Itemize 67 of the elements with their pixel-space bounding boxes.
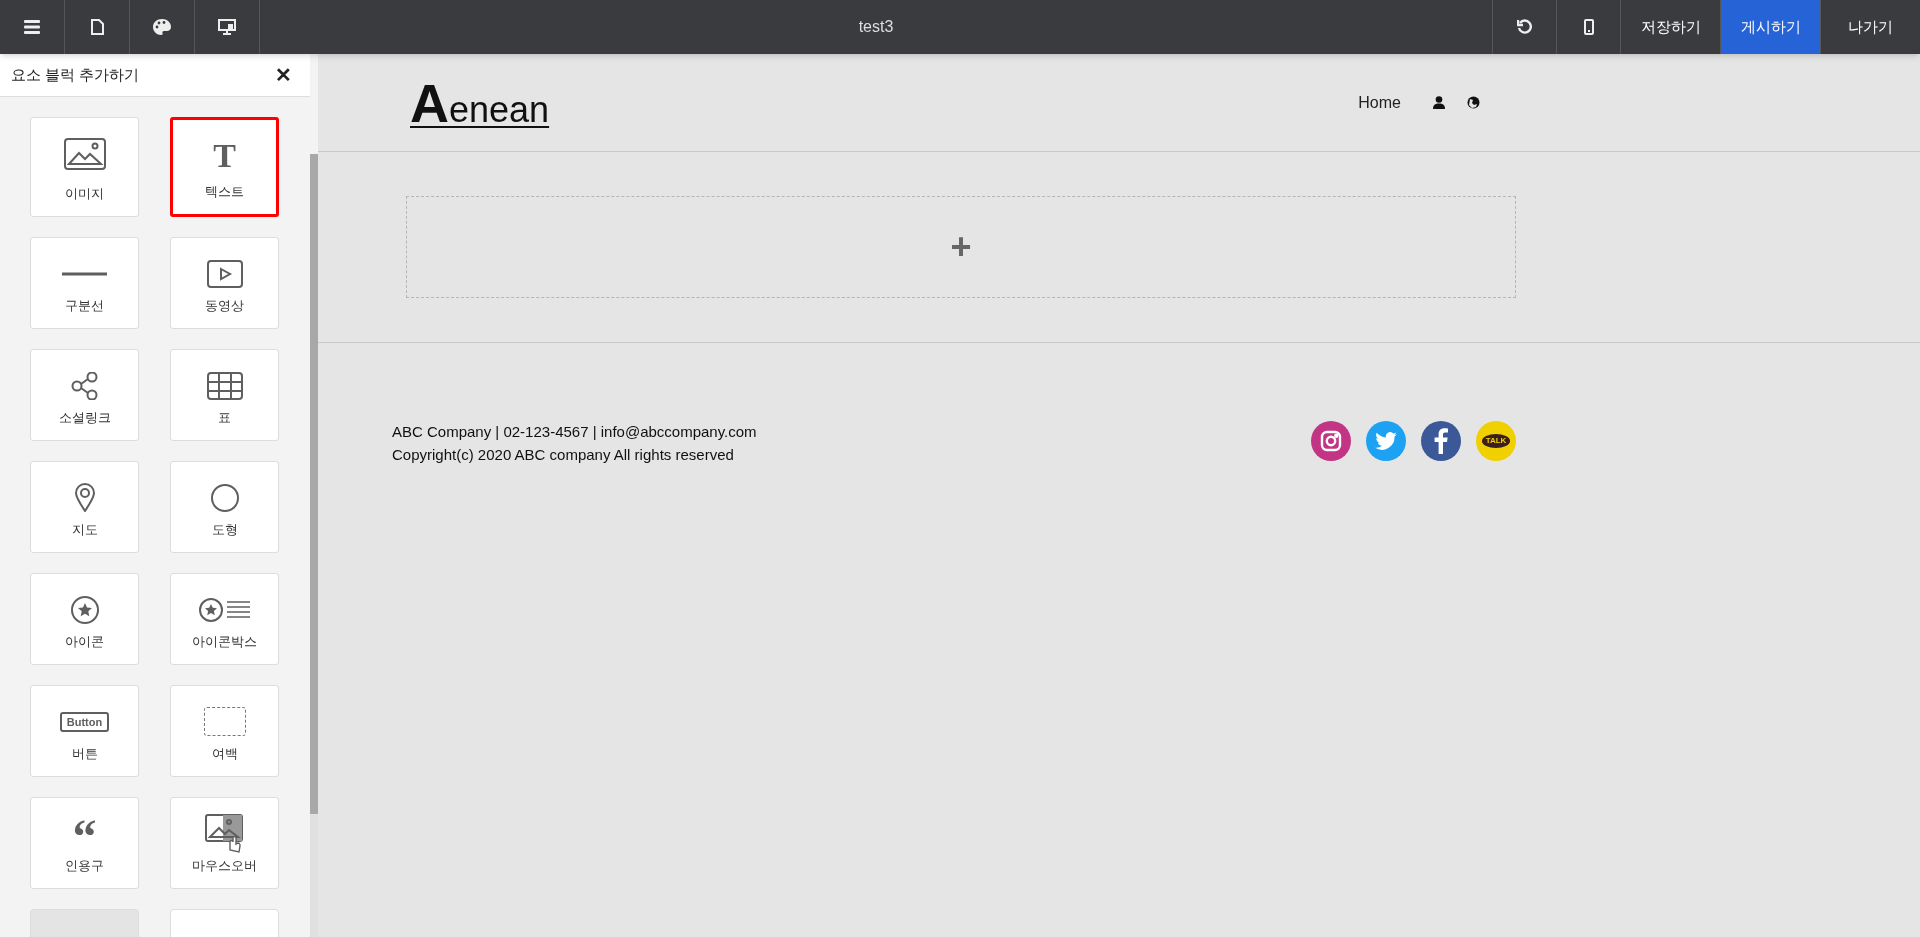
block-label: 아이콘박스 xyxy=(192,633,257,652)
block-card[interactable]: 여백 xyxy=(170,684,279,777)
footer-text: Copyright(c) 2020 ABC company All rights reserved xyxy=(392,445,735,465)
circle-icon xyxy=(210,483,239,512)
add-block-area[interactable]: + xyxy=(406,196,1516,298)
block-label: 소셜링크 xyxy=(58,409,111,428)
palette-icon xyxy=(153,19,171,35)
close-button[interactable]: ✕ xyxy=(275,59,292,90)
block-label: 여백 xyxy=(211,745,238,764)
star-list-icon xyxy=(198,597,251,622)
image-icon xyxy=(63,137,106,170)
footer-text: ABC Company | 02-123-4567 | info@abccompany.com xyxy=(392,422,757,442)
chat-bubble-button[interactable]: TALK xyxy=(1476,421,1516,461)
map-pin-icon xyxy=(74,483,95,513)
block-card[interactable]: 이미지 xyxy=(30,116,139,217)
block-label: 인용구 xyxy=(65,857,104,876)
block-label: 이미지 xyxy=(65,185,104,204)
panel-title: 요소 블럭 추가하기 xyxy=(11,64,140,85)
camera-icon xyxy=(1320,430,1342,452)
text-icon: T xyxy=(213,137,236,174)
line-icon xyxy=(62,271,107,276)
block-card[interactable]: 아이콘박스 xyxy=(170,572,279,665)
block-card[interactable]: 동영상 xyxy=(170,236,279,329)
letter-f-button[interactable] xyxy=(1421,421,1461,461)
grid-icon xyxy=(206,371,243,400)
image-hover-icon xyxy=(204,813,245,854)
mobile-icon xyxy=(1583,19,1594,35)
block-label: 마우스오버 xyxy=(192,857,257,876)
block-label: 아이콘 xyxy=(65,633,104,652)
block-label: 도형 xyxy=(211,521,238,540)
globe-icon[interactable] xyxy=(1467,96,1480,109)
site-logo[interactable]: Aenean xyxy=(410,75,550,130)
user-icon[interactable] xyxy=(1433,96,1445,109)
block-card[interactable]: 마우스오버 xyxy=(170,796,279,889)
button-icon: Button xyxy=(59,711,110,732)
toolbar-button[interactable]: 나가기 xyxy=(1820,0,1920,54)
desktop-icon xyxy=(218,19,236,35)
letter-f-icon xyxy=(1434,428,1448,454)
block-card[interactable]: Button 버튼 xyxy=(30,684,139,777)
block-label: 동영상 xyxy=(205,297,244,316)
block-label: 지도 xyxy=(71,521,98,540)
toolbar-button[interactable]: 게시하기 xyxy=(1720,0,1820,54)
play-icon xyxy=(206,259,243,288)
block-card[interactable]: 구분선 xyxy=(30,236,139,329)
block-card[interactable]: 지도 xyxy=(30,460,139,553)
block-card[interactable]: 표 xyxy=(170,348,279,441)
block-label: 구분선 xyxy=(65,297,104,316)
bird-icon xyxy=(1375,432,1397,450)
menu-icon xyxy=(24,20,40,34)
share-icon xyxy=(71,371,98,400)
block-label: 표 xyxy=(218,409,231,428)
block-card[interactable]: T 텍스트 xyxy=(170,116,279,217)
block-card[interactable]: 소셜링크 xyxy=(30,348,139,441)
undo-icon xyxy=(1516,19,1533,35)
block-label: 버튼 xyxy=(71,745,98,764)
document-icon xyxy=(90,19,104,35)
block-card[interactable]: 도형 xyxy=(170,460,279,553)
dashed-box-icon xyxy=(203,707,246,737)
block-card[interactable]: 아이콘 xyxy=(30,572,139,665)
camera-button[interactable] xyxy=(1311,421,1351,461)
nav-link[interactable]: Home xyxy=(1358,90,1401,115)
block-card[interactable]: “ 인용구 xyxy=(30,796,139,889)
scrollbar[interactable] xyxy=(310,154,318,937)
block-label: 텍스트 xyxy=(205,183,244,202)
quote-icon: “ xyxy=(72,821,97,846)
document-title: test3 xyxy=(858,17,894,37)
bird-button[interactable] xyxy=(1366,421,1406,461)
